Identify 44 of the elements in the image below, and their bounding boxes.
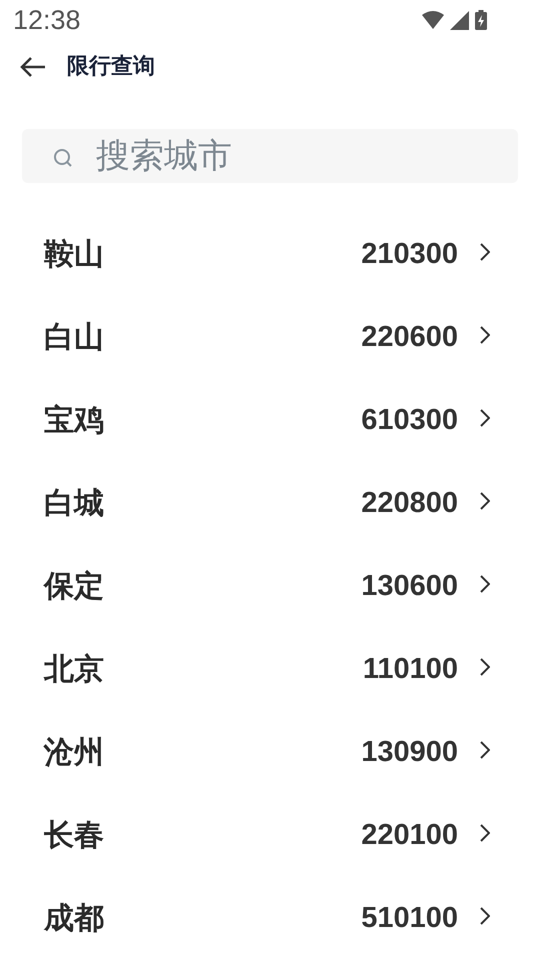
city-row[interactable]: 宝鸡 610300 [0,379,540,462]
city-name: 白城 [44,485,104,523]
wifi-icon [422,11,444,30]
signal-icon [450,10,469,30]
search-field[interactable]: 搜索城市 [22,129,518,183]
city-row[interactable]: 沧州 130900 [0,711,540,794]
city-code: 130600 [361,568,458,604]
city-name: 成都 [44,900,104,938]
city-name: 保定 [44,568,104,606]
city-code: 220800 [361,486,458,521]
city-row[interactable]: 长春 220100 [0,794,540,877]
city-row[interactable]: 鞍山 210300 [0,213,540,296]
chevron-right-icon [480,824,490,842]
city-code: 210300 [361,236,458,272]
city-code: 610300 [361,402,458,438]
chevron-right-icon [480,492,490,510]
back-arrow-icon[interactable] [20,56,46,78]
battery-icon [475,10,487,30]
status-time: 12:38 [13,4,81,38]
chevron-right-icon [480,740,490,758]
city-code: 220100 [361,818,458,853]
chevron-right-icon [480,658,490,676]
chevron-right-icon [480,242,490,260]
city-name: 沧州 [44,734,104,772]
page-title: 限行查询 [67,53,155,82]
city-code: 130900 [361,734,458,770]
chevron-right-icon [480,574,490,592]
chevron-right-icon [480,408,490,426]
city-code: 220600 [361,320,458,355]
chevron-right-icon [480,326,490,344]
search-icon [52,147,74,170]
chevron-right-icon [480,906,490,924]
city-name: 鞍山 [44,236,104,274]
city-row[interactable]: 白山 220600 [0,296,540,379]
city-name: 白山 [44,319,104,357]
city-name: 宝鸡 [44,402,104,440]
city-row[interactable]: 保定 130600 [0,545,540,628]
city-row[interactable]: 白城 220800 [0,462,540,545]
city-name: 北京 [44,651,104,689]
city-name: 长春 [44,817,104,855]
city-row[interactable]: 成都 510100 [0,877,540,960]
city-code: 510100 [361,900,458,936]
city-code: 110100 [362,652,458,687]
city-row[interactable]: 北京 110100 [0,628,540,711]
